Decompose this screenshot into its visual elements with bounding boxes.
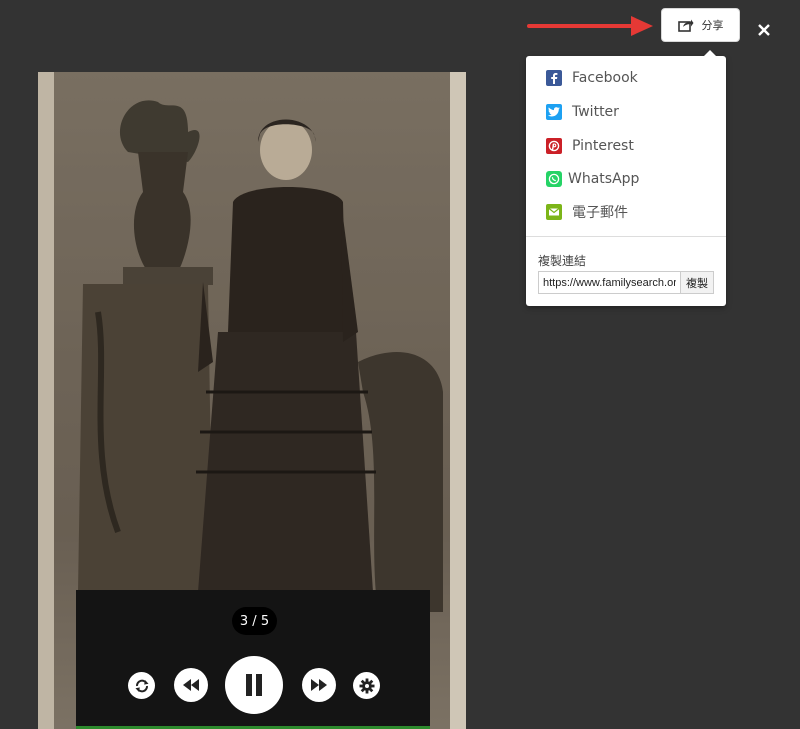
share-pinterest-label: Pinterest bbox=[572, 138, 634, 154]
settings-icon bbox=[359, 678, 374, 693]
share-menu: Facebook Twitter Pinterest WhatsApp 電子郵件… bbox=[526, 50, 726, 306]
copy-link-row: 複製 bbox=[538, 271, 714, 294]
twitter-icon bbox=[546, 104, 562, 120]
loop-icon bbox=[135, 679, 148, 692]
share-icon bbox=[677, 19, 693, 32]
share-twitter-label: Twitter bbox=[572, 104, 619, 120]
close-icon bbox=[758, 24, 770, 36]
share-button[interactable]: 分享 bbox=[661, 8, 740, 42]
pointer-arrow-icon bbox=[527, 16, 653, 36]
share-twitter[interactable]: Twitter bbox=[546, 102, 619, 122]
forward-icon bbox=[311, 679, 327, 691]
menu-divider bbox=[526, 236, 726, 237]
share-email-label: 電子郵件 bbox=[572, 205, 628, 221]
next-button[interactable] bbox=[302, 668, 336, 702]
share-whatsapp[interactable]: WhatsApp bbox=[546, 169, 639, 189]
settings-button[interactable] bbox=[353, 672, 380, 699]
copy-link-button[interactable]: 複製 bbox=[680, 271, 714, 294]
slide-counter: 3 / 5 bbox=[232, 607, 277, 635]
share-whatsapp-label: WhatsApp bbox=[568, 171, 640, 187]
share-button-label: 分享 bbox=[701, 19, 724, 32]
email-icon bbox=[546, 204, 562, 220]
share-email[interactable]: 電子郵件 bbox=[546, 202, 628, 222]
pause-icon bbox=[246, 674, 262, 696]
share-link-input[interactable] bbox=[538, 271, 680, 294]
slideshow-controls: 3 / 5 bbox=[76, 590, 430, 729]
close-button[interactable] bbox=[752, 18, 776, 42]
share-pinterest[interactable]: Pinterest bbox=[546, 136, 634, 156]
pause-button[interactable] bbox=[225, 656, 283, 714]
whatsapp-icon bbox=[546, 171, 562, 187]
pinterest-icon bbox=[546, 138, 562, 154]
facebook-icon bbox=[546, 70, 562, 86]
share-facebook-label: Facebook bbox=[572, 70, 638, 86]
share-facebook[interactable]: Facebook bbox=[546, 68, 638, 88]
previous-button[interactable] bbox=[174, 668, 208, 702]
copy-link-label: 複製連結 bbox=[538, 254, 587, 268]
rewind-icon bbox=[183, 679, 199, 691]
loop-button[interactable] bbox=[128, 672, 155, 699]
